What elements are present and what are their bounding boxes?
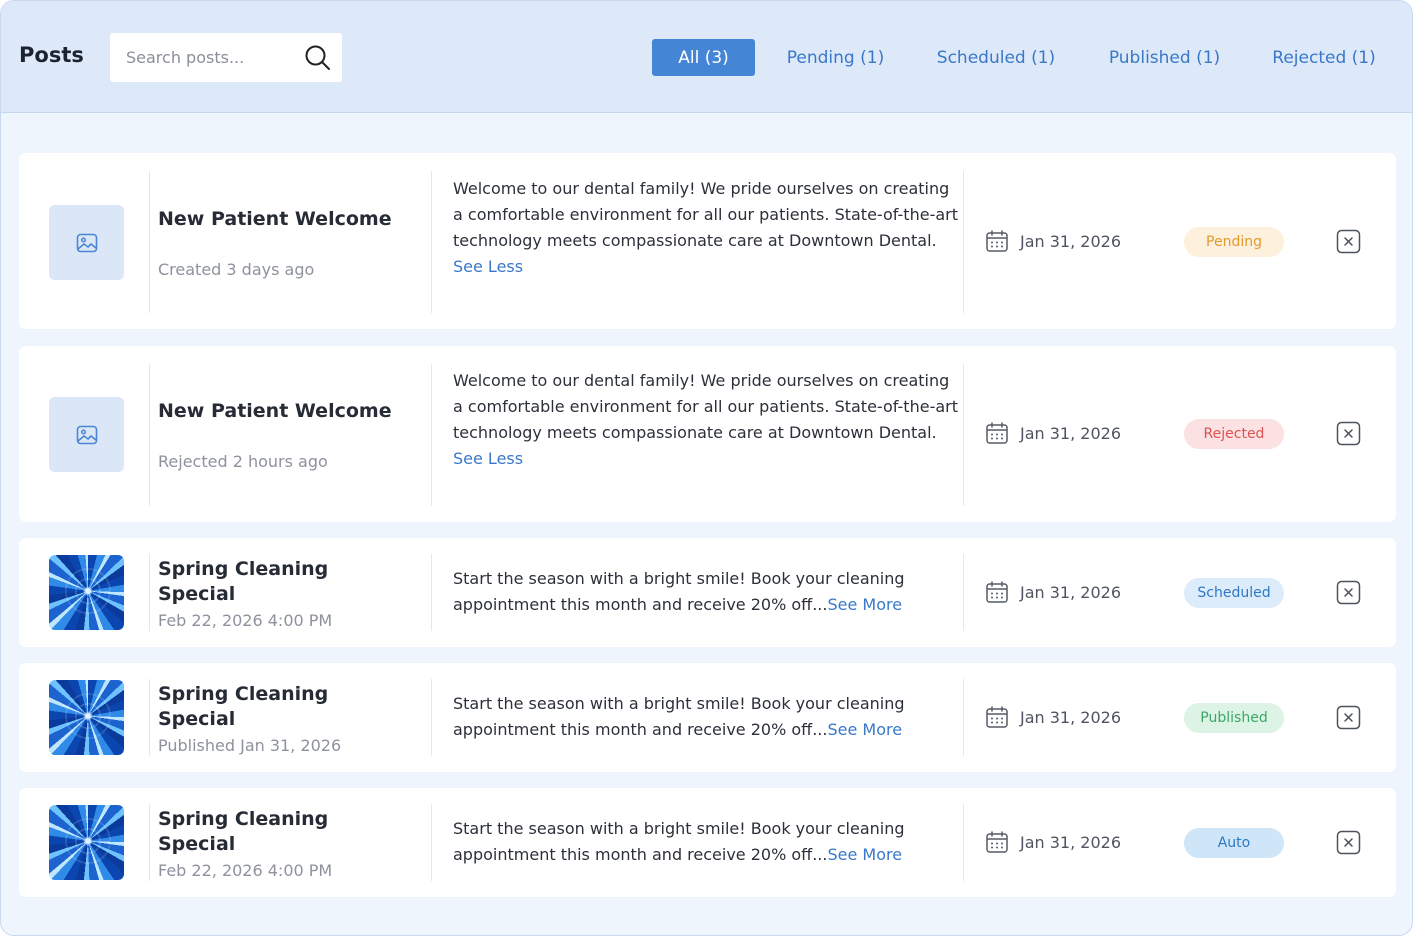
post-meta: Feb 22, 2026 4:00 PM (158, 611, 333, 630)
close-icon (1336, 705, 1361, 730)
column-divider (431, 554, 432, 631)
post-thumbnail (49, 397, 124, 472)
post-date-text: Jan 31, 2026 (1020, 582, 1121, 602)
column-divider (963, 679, 964, 756)
see-more-link[interactable]: See More (827, 720, 902, 739)
search-input[interactable] (110, 33, 295, 82)
post-card[interactable]: Spring Cleaning Special Feb 22, 2026 4:0… (19, 538, 1396, 647)
post-body: Start the season with a bright smile! Bo… (453, 691, 958, 743)
post-title: Spring Cleaning Special (158, 683, 329, 730)
column-divider (149, 804, 150, 881)
post-meta: Published Jan 31, 2026 (158, 736, 342, 755)
post-body: Start the season with a bright smile! Bo… (453, 566, 958, 618)
post-card[interactable]: New Patient Welcome Rejected 2 hours ago… (19, 346, 1396, 522)
column-divider (963, 171, 964, 313)
placeholder-image-icon (76, 425, 97, 444)
post-date: Jan 31, 2026 (985, 420, 1121, 446)
column-divider (431, 171, 432, 313)
column-divider (963, 554, 964, 631)
post-date: Jan 31, 2026 (985, 829, 1121, 855)
tab-all[interactable]: All (3) (652, 39, 755, 76)
close-icon (1336, 229, 1361, 254)
status-badge: Rejected (1184, 419, 1284, 449)
post-card[interactable]: Spring Cleaning Special Feb 22, 2026 4:0… (19, 788, 1396, 897)
search-box (110, 33, 342, 82)
see-more-link[interactable]: See More (827, 845, 902, 864)
page-title: Posts (19, 43, 84, 67)
post-meta: Feb 22, 2026 4:00 PM (158, 861, 333, 880)
post-date: Jan 31, 2026 (985, 228, 1121, 254)
post-body: Start the season with a bright smile! Bo… (453, 816, 958, 868)
post-date: Jan 31, 2026 (985, 579, 1121, 605)
see-less-link[interactable]: See Less (453, 257, 523, 276)
calendar-icon (986, 831, 1008, 853)
post-date-text: Jan 31, 2026 (1020, 423, 1121, 443)
status-badge: Auto (1184, 828, 1284, 858)
post-thumbnail (49, 555, 124, 630)
posts-panel: Posts All (3) Pending (1) Scheduled (1) … (0, 0, 1413, 936)
post-card[interactable]: Spring Cleaning Special Published Jan 31… (19, 663, 1396, 772)
column-divider (431, 364, 432, 506)
post-text: Welcome to our dental family! We pride o… (453, 179, 958, 250)
column-divider (149, 364, 150, 506)
tab-published[interactable]: Published (1) (1104, 39, 1225, 76)
column-divider (149, 171, 150, 313)
status-badge: Pending (1184, 227, 1284, 257)
search-icon (305, 45, 330, 70)
column-divider (963, 804, 964, 881)
post-body: Welcome to our dental family! We pride o… (453, 176, 958, 280)
remove-post-button[interactable] (1336, 705, 1361, 730)
see-more-link[interactable]: See More (827, 595, 902, 614)
post-meta: Created 3 days ago (158, 260, 315, 279)
see-less-link[interactable]: See Less (453, 449, 523, 468)
column-divider (963, 364, 964, 506)
post-title: Spring Cleaning Special (158, 558, 329, 605)
column-divider (149, 679, 150, 756)
post-text: Welcome to our dental family! We pride o… (453, 371, 958, 442)
remove-post-button[interactable] (1336, 229, 1361, 254)
post-thumbnail (49, 205, 124, 280)
post-card[interactable]: New Patient Welcome Created 3 days ago W… (19, 153, 1396, 329)
calendar-icon (986, 581, 1008, 603)
close-icon (1336, 421, 1361, 446)
search-button[interactable] (302, 42, 334, 74)
column-divider (431, 679, 432, 756)
post-date: Jan 31, 2026 (985, 704, 1121, 730)
remove-post-button[interactable] (1336, 421, 1361, 446)
close-icon (1336, 580, 1361, 605)
remove-post-button[interactable] (1336, 830, 1361, 855)
remove-post-button[interactable] (1336, 580, 1361, 605)
calendar-icon (986, 706, 1008, 728)
column-divider (149, 554, 150, 631)
calendar-icon (986, 422, 1008, 444)
post-date-text: Jan 31, 2026 (1020, 231, 1121, 251)
post-date-text: Jan 31, 2026 (1020, 707, 1121, 727)
post-body: Welcome to our dental family! We pride o… (453, 368, 958, 472)
column-divider (431, 804, 432, 881)
posts-header: Posts All (3) Pending (1) Scheduled (1) … (1, 1, 1412, 113)
post-thumbnail (49, 680, 124, 755)
status-badge: Published (1184, 703, 1284, 733)
tab-rejected[interactable]: Rejected (1) (1267, 39, 1381, 76)
close-icon (1336, 830, 1361, 855)
calendar-icon (986, 230, 1008, 252)
post-title: New Patient Welcome (158, 400, 392, 422)
tab-pending[interactable]: Pending (1) (782, 39, 889, 76)
post-title: Spring Cleaning Special (158, 808, 329, 855)
tab-scheduled[interactable]: Scheduled (1) (931, 39, 1061, 76)
placeholder-image-icon (76, 233, 97, 252)
post-date-text: Jan 31, 2026 (1020, 832, 1121, 852)
status-badge: Scheduled (1184, 578, 1284, 608)
post-title: New Patient Welcome (158, 208, 392, 230)
post-thumbnail (49, 805, 124, 880)
post-meta: Rejected 2 hours ago (158, 452, 328, 471)
